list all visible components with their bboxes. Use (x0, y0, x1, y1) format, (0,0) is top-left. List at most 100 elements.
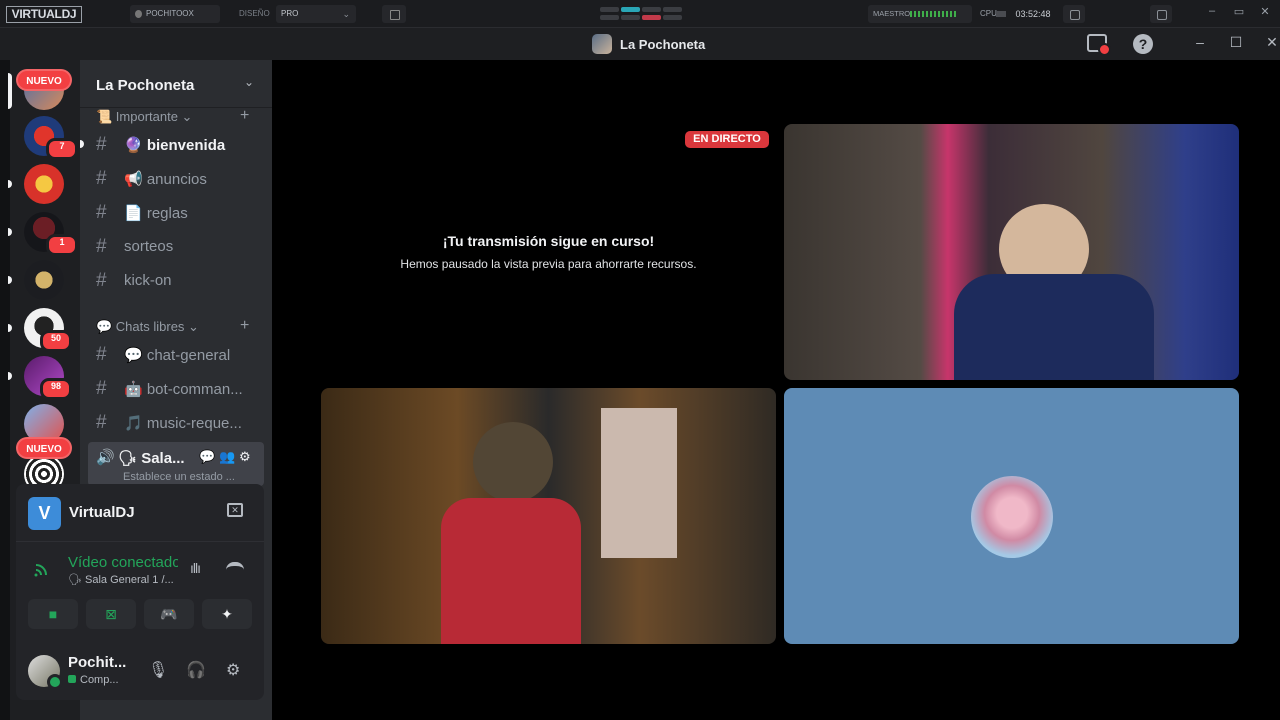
headphones-icon[interactable]: 🎧 (186, 660, 206, 680)
signal-icon[interactable] (34, 561, 52, 577)
guild-name: La Pochoneta (96, 77, 195, 94)
noise-suppression-icon[interactable]: ıllı (190, 560, 201, 576)
server-icon (592, 34, 612, 54)
gear-icon[interactable]: ⚙ (226, 660, 240, 680)
channel-label: 🔮 bienvenida (124, 137, 226, 154)
activity-app-name: VirtualDJ (69, 504, 135, 521)
channel-chat-general[interactable]: # 💬 chat-general (88, 338, 264, 370)
status-indicator-icon (68, 675, 76, 683)
avatar[interactable] (28, 655, 63, 690)
stream-paused-title: ¡Tu transmisión sigue en curso! (442, 233, 655, 249)
category-importante[interactable]: 📜 Importante ⌄ + (96, 107, 249, 125)
rail-edge (0, 60, 10, 720)
screen-share-button[interactable]: ⊠ (86, 599, 136, 629)
camera-button[interactable]: ■ (28, 599, 78, 629)
guild-header[interactable]: La Pochoneta ⌄ (80, 60, 272, 108)
inbox-icon[interactable] (1087, 34, 1111, 56)
vdj-master-meter[interactable]: MAESTRO (868, 5, 972, 23)
cpu-meter-icon (996, 11, 1006, 17)
channel-label: 📢 anuncios (124, 171, 207, 188)
disconnect-icon[interactable] (226, 562, 244, 570)
hash-icon: # (96, 270, 107, 291)
user-status: Comp... (68, 674, 119, 686)
help-icon[interactable]: ? (1133, 34, 1153, 54)
vdj-layout-select[interactable]: PRO ⌄ (276, 5, 356, 23)
video-tile-user-1[interactable] (784, 124, 1239, 380)
category-chats-libres[interactable]: 💬 Chats libres ⌄ + (96, 317, 249, 335)
channel-label: 🎵 music-reque... (124, 415, 242, 432)
vdj-clock: 03:52:48 (1015, 9, 1051, 19)
participant-body (441, 498, 581, 644)
level-meter-icon (910, 11, 956, 17)
stop-streaming-icon[interactable]: ✕ (227, 503, 243, 517)
virtualdj-logo[interactable]: VIRTUALDJ (6, 6, 82, 23)
connection-channel[interactable]: 🗣 Sala General 1 /... (68, 573, 174, 586)
titlebar-server-name: La Pochoneta (620, 37, 706, 52)
participant-figure (473, 422, 553, 502)
new-badge: NUEVO (16, 437, 72, 459)
hash-icon: # (96, 344, 107, 365)
activity-panel: V VirtualDJ ✕ (16, 484, 264, 542)
add-channel-icon[interactable]: + (240, 107, 249, 125)
new-badge: NUEVO (16, 69, 72, 91)
hash-icon: # (96, 134, 107, 155)
vdj-close-button[interactable]: ✕ (1256, 5, 1274, 18)
vdj-settings-button[interactable] (1150, 5, 1172, 23)
minimize-button[interactable]: – (1190, 34, 1210, 50)
add-channel-icon[interactable]: + (240, 317, 249, 335)
vdj-deck-layout-icon[interactable] (597, 6, 685, 24)
soundboard-button[interactable]: ✦ (202, 599, 252, 629)
invite-members-icon[interactable]: 👥 (219, 449, 235, 465)
vdj-layout-label: DISEÑO (239, 9, 270, 18)
mention-badge: 1 (46, 234, 78, 256)
gear-icon[interactable]: ⚙ (239, 449, 251, 465)
video-tile-user-2[interactable] (321, 388, 776, 644)
maximize-button[interactable]: ☐ (1226, 34, 1246, 51)
virtualdj-toolbar: VIRTUALDJ POCHITOOX DISEÑO PRO ⌄ MAESTRO … (0, 0, 1280, 28)
channel-anuncios[interactable]: # 📢 anuncios (88, 162, 264, 194)
category-label: 📜 Importante ⌄ (96, 109, 193, 124)
channel-label: 🤖 bot-comman... (124, 381, 243, 398)
channel-music-requests[interactable]: # 🎵 music-reque... (88, 406, 264, 438)
activities-button[interactable]: 🎮 (144, 599, 194, 629)
server-icon-5[interactable] (24, 260, 64, 300)
vdj-user-button[interactable]: POCHITOOX (130, 5, 220, 23)
close-button[interactable]: ✕ (1262, 34, 1280, 51)
connection-status: Vídeo conectado (68, 554, 178, 571)
voice-channel-name: 🗣 Sala... (118, 450, 185, 467)
microphone-icon[interactable]: 🎙 (148, 660, 168, 680)
vdj-user-label: POCHITOOX (146, 9, 194, 18)
user-status-text: Comp... (80, 674, 119, 686)
category-label: 💬 Chats libres ⌄ (96, 319, 199, 334)
server-icon-3[interactable] (24, 164, 64, 204)
user-panels: V VirtualDJ ✕ Vídeo conectado 🗣 Sala Gen… (16, 484, 264, 700)
hash-icon: # (96, 168, 107, 189)
channel-label: 📄 reglas (124, 205, 188, 222)
voice-channel-sala[interactable]: 🔊 🗣 Sala... 💬 👥 ⚙ Establece un estado ..… (88, 442, 264, 486)
channel-label: kick-on (124, 272, 172, 289)
channel-reglas[interactable]: # 📄 reglas (88, 196, 264, 228)
discord-titlebar: La Pochoneta ? – ☐ ✕ (0, 28, 1280, 60)
chevron-down-icon: ⌄ (342, 9, 350, 19)
username[interactable]: Pochit... (68, 654, 126, 671)
vdj-maximize-button[interactable]: ▭ (1230, 5, 1248, 18)
channel-bot-commands[interactable]: # 🤖 bot-comman... (88, 372, 264, 404)
channel-sorteos[interactable]: # sorteos (88, 230, 264, 262)
channel-bienvenida[interactable]: # 🔮 bienvenida (80, 128, 264, 160)
vdj-minimize-button[interactable]: – (1203, 5, 1221, 17)
chat-bubble-icon[interactable]: 💬 (199, 449, 215, 465)
user-area: Pochit... Comp... 🎙 🎧 ⚙ (16, 644, 264, 700)
stream-paused-subtitle: Hemos pausado la vista previa para ahorr… (400, 257, 697, 271)
letters-sign (601, 408, 677, 558)
vdj-record-button[interactable] (1063, 5, 1085, 23)
mention-badge: 50 (40, 330, 72, 352)
live-badge: EN DIRECTO (685, 131, 769, 148)
channel-kick-on[interactable]: # kick-on (88, 264, 264, 296)
vdj-layout-value: PRO (281, 9, 299, 18)
hash-icon: # (96, 378, 107, 399)
hash-icon: # (96, 202, 107, 223)
vdj-box-button[interactable] (382, 5, 406, 23)
mention-badge: 7 (46, 138, 78, 160)
voice-status-text[interactable]: Establece un estado ... (123, 471, 235, 483)
participant-avatar (971, 476, 1053, 558)
